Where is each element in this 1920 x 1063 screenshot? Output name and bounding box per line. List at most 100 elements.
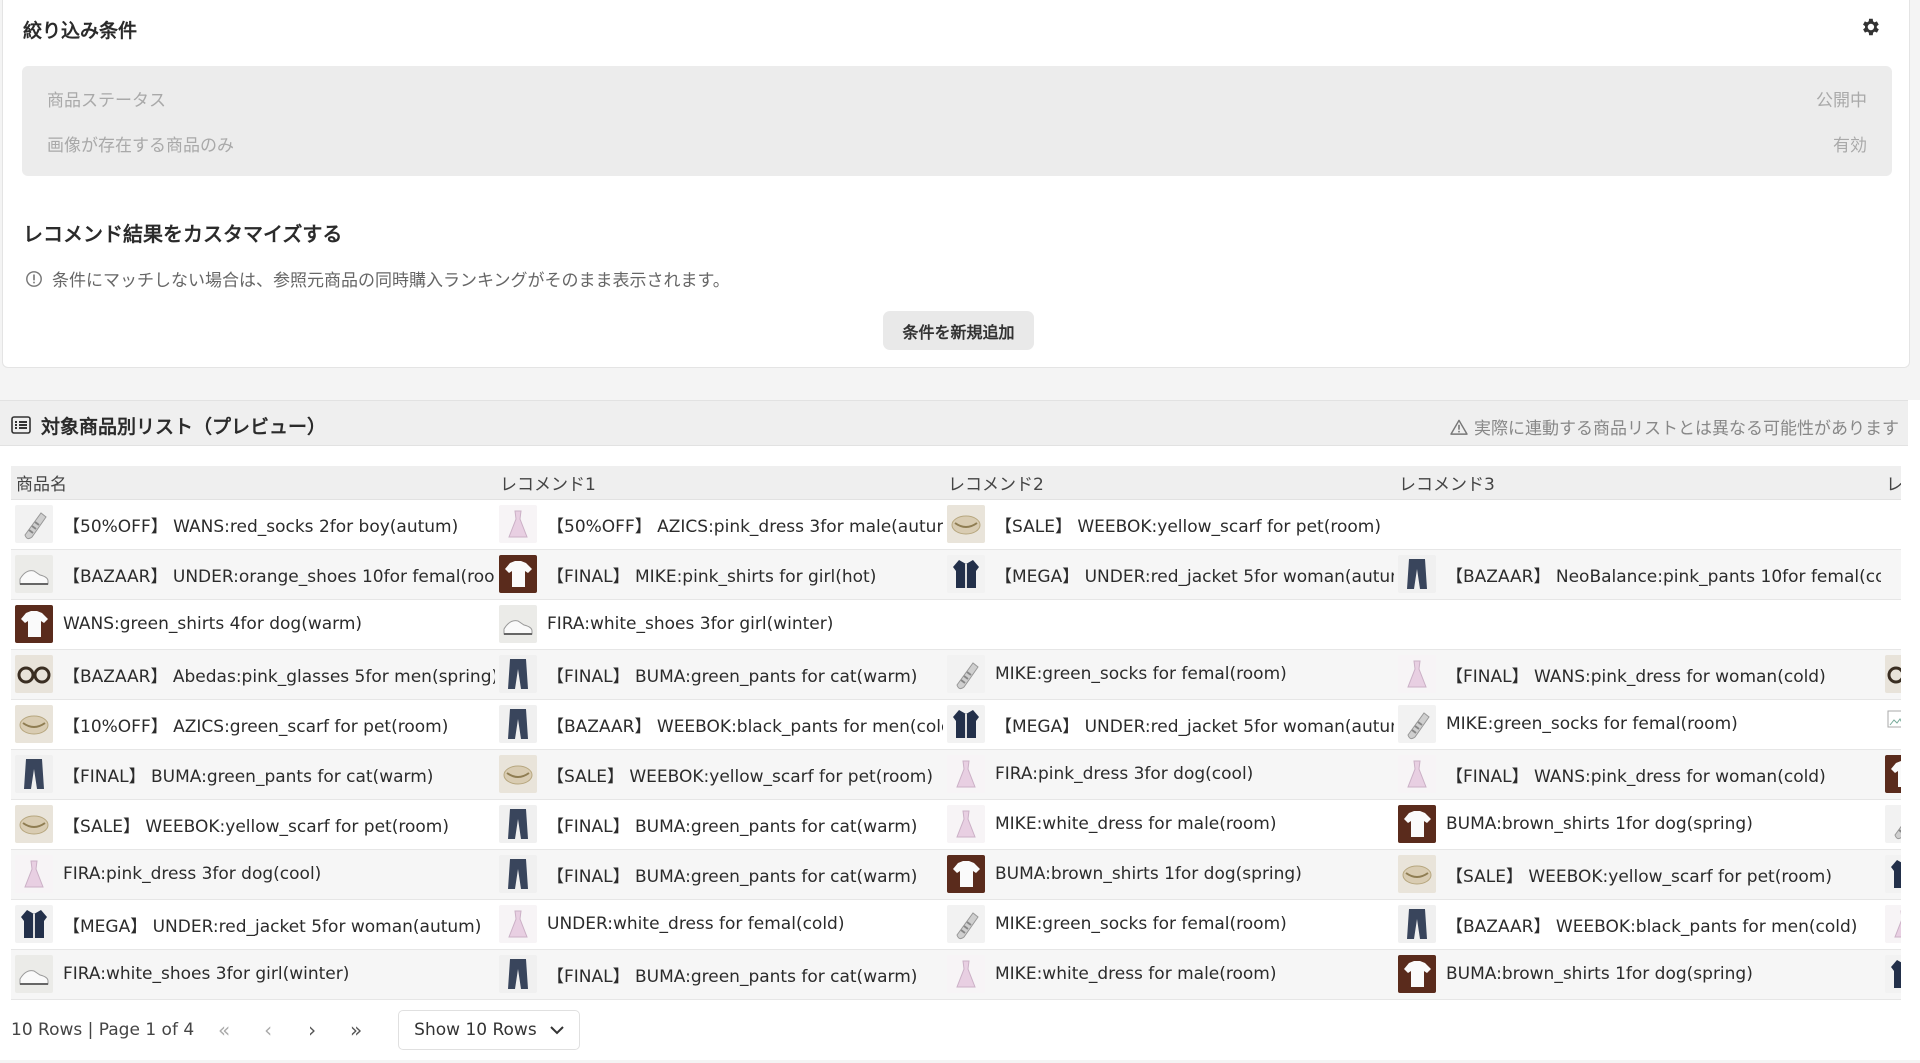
product-name: BUMA:brown_shirts 1for dog(spring)	[1446, 964, 1753, 984]
product-thumbnail	[1885, 805, 1901, 843]
product-item[interactable]: 【BAZAAR】 WEEBOK:black_pants for men(cold…	[1398, 905, 1881, 943]
product-item[interactable]: MIKE:green_socks for femal(room)	[947, 655, 1394, 693]
filter-panel: 絞り込み条件 商品ステータス 公開中 画像が存在する商品のみ 有効 レコメンド結…	[2, 0, 1910, 368]
product-thumbnail	[499, 755, 537, 793]
product-item[interactable]: 【10%OFF】 AZICS:green_scarf for pet(room)	[15, 705, 495, 743]
add-condition-button[interactable]: 条件を新規追加	[883, 311, 1034, 350]
product-item[interactable]: 【50%OFF】 AZICS:pink_dress 3for male(autu…	[499, 505, 943, 543]
product-item[interactable]: 【BAZAAR】 UNDER:orange_shoes 10for femal(…	[15, 555, 495, 593]
product-name: UNDER:white_dress for femal(cold)	[547, 914, 845, 934]
product-item[interactable]: 【FINAL】 MIKE:pink_shirts for girl(hot)	[499, 555, 943, 593]
product-item[interactable]: 【BAZAAR】 NeoBalance:pink_pants 10for fem…	[1398, 555, 1881, 593]
product-item[interactable]: 【MEGA】 UNDER:red_jacket 5for woman(autum…	[947, 705, 1394, 743]
column-header-product: 商品名	[11, 466, 495, 500]
product-thumbnail	[15, 905, 53, 943]
product-item[interactable]: 【BAZAAR】 Abedas:pink_glasses 5for men(sp…	[15, 655, 495, 693]
product-item[interactable]: 【SALE】 WEEBOK:yellow_scarf for pet(room)	[1398, 855, 1881, 893]
product-cell: 【BAZAAR】 UNDER:orange_shoes 10for femal(…	[11, 549, 495, 600]
product-item[interactable]: FIRA:white_shoes 3for girl(winter)	[15, 955, 495, 993]
preview-table-wrap[interactable]: 商品名 レコメンド1 レコメンド2 レコメンド3 レ 【50%OFF】 WANS…	[11, 466, 1901, 1001]
product-name: BUMA:brown_shirts 1for dog(spring)	[995, 864, 1302, 884]
recommend-cell-2: MIKE:green_socks for femal(room)	[943, 649, 1394, 700]
recommend-cell-3: 【FINAL】 WANS:pink_dress for woman(cold)	[1394, 749, 1881, 800]
last-page-icon[interactable]: »	[334, 1013, 378, 1047]
recommend-cell-1: 【FINAL】 MIKE:pink_shirts for girl(hot)	[495, 549, 943, 600]
product-name: BUMA:brown_shirts 1for dog(spring)	[1446, 814, 1753, 834]
product-thumbnail	[1398, 555, 1436, 593]
product-item[interactable]: BUMA:brown_shirts 1for dog(spring)	[1398, 955, 1881, 993]
recommend-cell-3: BUMA:brown_shirts 1for dog(spring)	[1394, 949, 1881, 1000]
product-item[interactable]	[1885, 705, 1901, 743]
product-name: FIRA:pink_dress 3for dog(cool)	[63, 864, 322, 884]
product-item[interactable]: FIRA:pink_dress 3for dog(cool)	[947, 755, 1394, 793]
product-item[interactable]: 【SALE】 WEEBOK:yellow_scarf for pet(room)	[947, 505, 1394, 543]
product-thumbnail	[15, 955, 53, 993]
product-item[interactable]: 【FINAL】 BUMA:green_pants for cat(warm)	[499, 955, 943, 993]
recommend-cell-4	[1881, 849, 1901, 900]
product-item[interactable]: 【FINAL】 BUMA:green_pants for cat(warm)	[499, 855, 943, 893]
product-name: 【50%OFF】 AZICS:pink_dress 3for male(autu…	[547, 516, 943, 537]
product-item[interactable]: FIRA:white_shoes 3for girl(winter)	[499, 605, 943, 643]
product-item[interactable]: 【MEGA】 UNDER:red_jacket 5for woman(autum…	[947, 555, 1394, 593]
product-name: 【FINAL】 BUMA:green_pants for cat(warm)	[547, 966, 918, 987]
table-row: WANS:green_shirts 4for dog(warm) FIRA:whi…	[11, 599, 1901, 650]
product-thumbnail	[947, 855, 985, 893]
recommend-cell-4	[1881, 949, 1901, 1000]
product-name: 【FINAL】 MIKE:pink_shirts for girl(hot)	[547, 566, 877, 587]
column-header-rec1: レコメンド1	[495, 466, 943, 500]
preview-warning: 実際に連動する商品リストとは異なる可能性があります	[1450, 414, 1899, 439]
product-cell: 【BAZAAR】 Abedas:pink_glasses 5for men(sp…	[11, 649, 495, 700]
product-cell: 【MEGA】 UNDER:red_jacket 5for woman(autum…	[11, 899, 495, 950]
product-item[interactable]: 【MEGA】 UNDER:red_jacket 5for woman(autum…	[15, 905, 495, 943]
product-thumbnail	[1398, 905, 1436, 943]
product-item[interactable]: BUMA:brown_shirts 1for dog(spring)	[1398, 805, 1881, 843]
product-thumbnail	[499, 955, 537, 993]
product-thumbnail	[15, 755, 53, 793]
page-info: 10 Rows | Page 1 of 4	[11, 1020, 195, 1040]
product-thumbnail	[499, 855, 537, 893]
recommend-cell-1: 【FINAL】 BUMA:green_pants for cat(warm)	[495, 849, 943, 900]
gear-icon[interactable]	[1859, 16, 1881, 38]
recommend-cell-1: FIRA:white_shoes 3for girl(winter)	[495, 599, 943, 650]
product-item[interactable]: 【50%OFF】 WANS:red_socks 2for boy(autum)	[15, 505, 495, 543]
status-label: 画像が存在する商品のみ	[47, 136, 234, 156]
first-page-icon[interactable]: «	[202, 1013, 246, 1047]
product-item[interactable]: MIKE:white_dress for male(room)	[947, 955, 1394, 993]
recommend-cell-2: MIKE:green_socks for femal(room)	[943, 899, 1394, 950]
product-thumbnail	[1885, 905, 1901, 943]
product-item[interactable]	[1885, 955, 1901, 993]
product-name: FIRA:pink_dress 3for dog(cool)	[995, 764, 1254, 784]
recommend-cell-1: 【SALE】 WEEBOK:yellow_scarf for pet(room)	[495, 749, 943, 800]
product-thumbnail	[15, 655, 53, 693]
product-item[interactable]: 【FINAL】 BUMA:green_pants for cat(warm)	[499, 805, 943, 843]
product-name: 【BAZAAR】 NeoBalance:pink_pants 10for fem…	[1446, 566, 1881, 587]
product-item[interactable]: 【FINAL】 BUMA:green_pants for cat(warm)	[15, 755, 495, 793]
product-item[interactable]	[1885, 855, 1901, 893]
product-item[interactable]: BUMA:brown_shirts 1for dog(spring)	[947, 855, 1394, 893]
product-item[interactable]: 【BAZAAR】 WEEBOK:black_pants for men(cold…	[499, 705, 943, 743]
product-item[interactable]	[1885, 805, 1901, 843]
product-item[interactable]: MIKE:green_socks for femal(room)	[947, 905, 1394, 943]
product-item[interactable]: 【SALE】 WEEBOK:yellow_scarf for pet(room)	[499, 755, 943, 793]
rows-per-page-select[interactable]: Show 10 Rows	[398, 1010, 581, 1050]
product-item[interactable]	[1885, 905, 1901, 943]
warning-text: 実際に連動する商品リストとは異なる可能性があります	[1474, 419, 1899, 439]
product-item[interactable]: WANS:green_shirts 4for dog(warm)	[15, 605, 495, 643]
product-item[interactable]: UNDER:white_dress for femal(cold)	[499, 905, 943, 943]
recommend-cell-3: 【BAZAAR】 WEEBOK:black_pants for men(cold…	[1394, 899, 1881, 950]
product-item[interactable]: 【FINAL】 WANS:pink_dress for woman(cold)	[1398, 755, 1881, 793]
product-item[interactable]: MIKE:green_socks for femal(room)	[1398, 705, 1881, 743]
product-item[interactable]: 【SALE】 WEEBOK:yellow_scarf for pet(room)	[15, 805, 495, 843]
prev-page-icon[interactable]: ‹	[246, 1013, 290, 1047]
product-thumbnail	[1398, 855, 1436, 893]
status-row-product-status: 商品ステータス 公開中	[47, 86, 1867, 111]
product-item[interactable]: MIKE:white_dress for male(room)	[947, 805, 1394, 843]
product-name: 【FINAL】 BUMA:green_pants for cat(warm)	[547, 816, 918, 837]
recommend-cell-4	[1881, 699, 1901, 750]
product-item[interactable]: FIRA:pink_dress 3for dog(cool)	[15, 855, 495, 893]
next-page-icon[interactable]: ›	[290, 1013, 334, 1047]
product-item[interactable]: 【FINAL】 WANS:pink_dress for woman(cold)	[1398, 655, 1881, 693]
product-item[interactable]: 【FINAL】 BUMA:green_pants for cat(warm)	[499, 655, 943, 693]
product-item[interactable]	[1885, 755, 1901, 793]
product-item[interactable]	[1885, 655, 1901, 693]
